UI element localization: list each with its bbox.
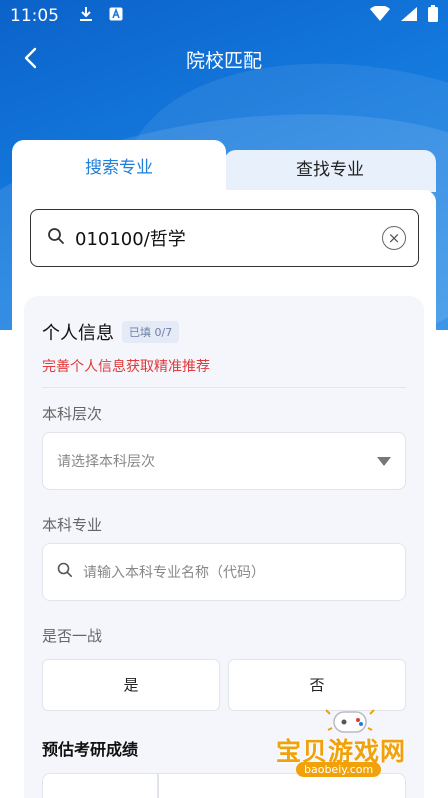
divider <box>157 774 159 798</box>
level-label: 本科层次 <box>42 405 103 423</box>
search-field[interactable]: 010100/哲学 × <box>30 209 419 267</box>
nav-bar: 院校匹配 <box>0 36 448 80</box>
filled-count-badge: 已填 0/7 <box>122 321 180 343</box>
divider <box>42 387 406 388</box>
yes-button[interactable]: 是 <box>42 659 220 711</box>
info-hint: 完善个人信息获取精准推荐 <box>42 359 210 375</box>
clear-icon[interactable]: × <box>382 226 406 250</box>
signal-icon <box>400 6 418 27</box>
first-try-label: 是否一战 <box>42 627 103 645</box>
search-icon <box>57 562 73 582</box>
tab-search-major[interactable]: 搜索专业 <box>12 140 226 196</box>
major-input[interactable]: 请输入本科专业名称（代码） <box>42 543 406 601</box>
level-select[interactable]: 请选择本科层次 <box>42 432 406 490</box>
score-section-title: 预估考研成绩 <box>42 740 139 759</box>
download-icon <box>79 6 93 26</box>
watermark-url: baobeiy.com <box>296 762 382 777</box>
major-placeholder: 请输入本科专业名称（代码） <box>83 565 265 581</box>
section-title: 个人信息 <box>42 323 114 344</box>
caret-down-icon <box>377 456 391 466</box>
wifi-icon <box>370 4 390 27</box>
status-time: 11:05 <box>10 6 59 26</box>
search-input[interactable]: 010100/哲学 <box>75 225 382 251</box>
watermark-logo: 宝贝游戏网 baobeiy.com <box>276 704 426 784</box>
tab-find-major[interactable]: 查找专业 <box>224 150 436 192</box>
tab-bar: 搜索专业 查找专业 <box>12 140 436 196</box>
major-label: 本科专业 <box>42 516 103 534</box>
info-header: 个人信息 已填 0/7 <box>42 319 180 345</box>
app-notification-icon <box>109 7 123 25</box>
page-title: 院校匹配 <box>185 50 262 72</box>
status-bar: 11:05 <box>0 0 448 32</box>
battery-icon <box>428 5 438 27</box>
search-icon <box>47 227 65 249</box>
level-placeholder: 请选择本科层次 <box>57 454 155 470</box>
